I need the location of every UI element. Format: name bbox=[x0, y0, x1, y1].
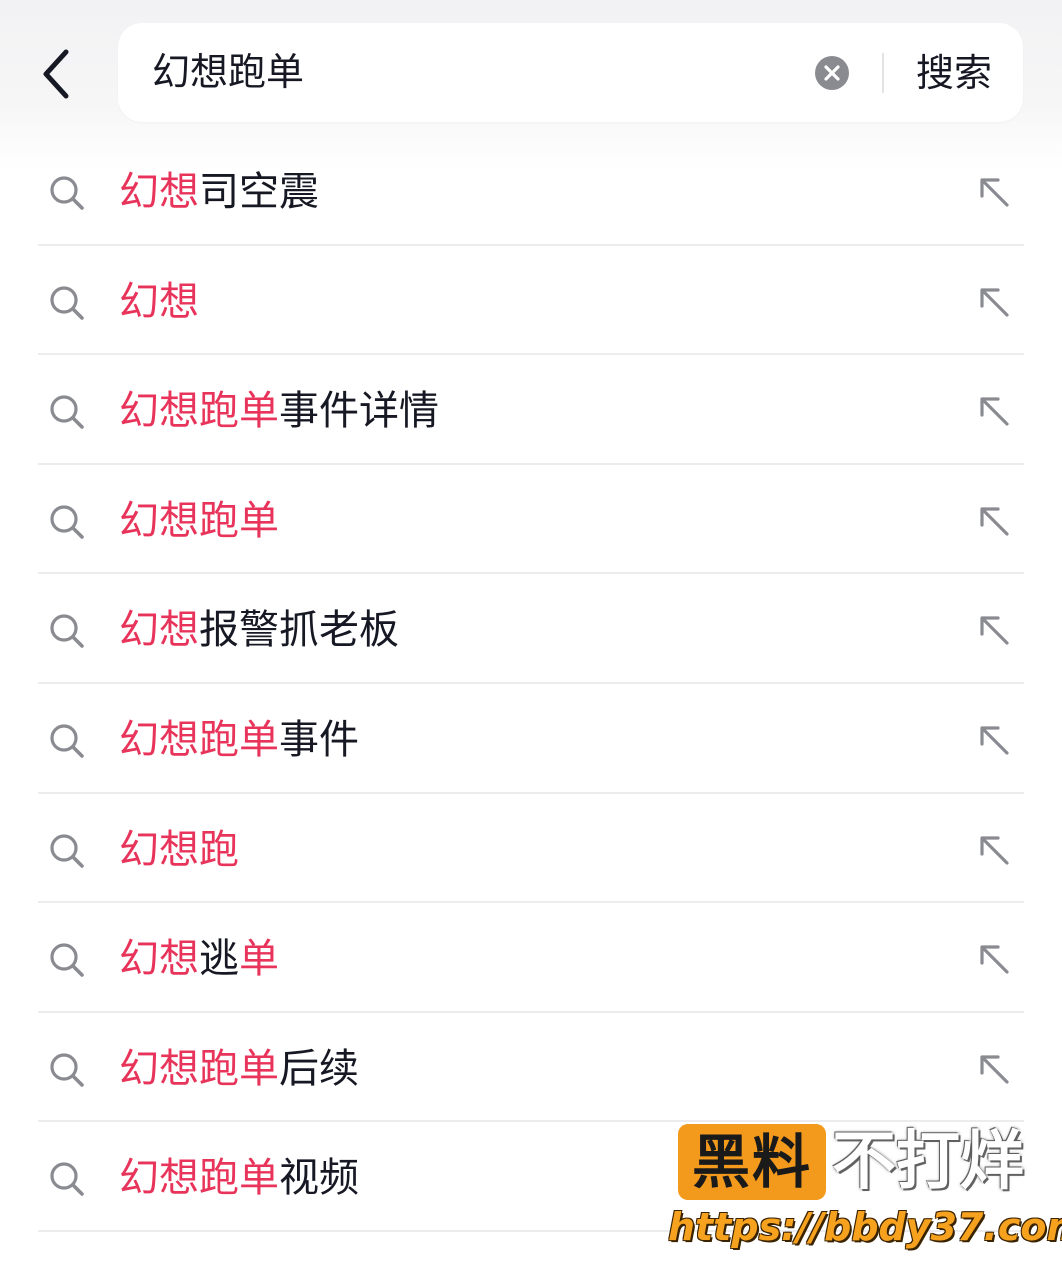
arrow-up-left-icon[interactable] bbox=[976, 503, 1012, 539]
suggestion-item[interactable]: 幻想跑 bbox=[0, 794, 1062, 904]
arrow-up-left-icon[interactable] bbox=[976, 1051, 1012, 1087]
search-icon bbox=[50, 943, 84, 977]
suggestion-text: 幻想跑单 bbox=[119, 493, 279, 549]
search-box: 搜索 bbox=[118, 23, 1023, 122]
search-icon bbox=[50, 285, 84, 320]
suggestion-text: 幻想逃单 bbox=[119, 931, 279, 987]
search-icon bbox=[50, 833, 84, 868]
suggestion-text: 幻想跑 bbox=[119, 822, 239, 878]
suggestion-rest: 后续 bbox=[279, 1045, 359, 1092]
search-icon bbox=[50, 395, 84, 429]
suggestion-rest: 逃 bbox=[199, 936, 239, 983]
clear-circle-icon bbox=[815, 56, 849, 90]
suggestion-highlight: 幻想 bbox=[119, 169, 199, 215]
search-icon bbox=[50, 614, 84, 649]
suggestion-item[interactable]: 幻想司空震 bbox=[0, 136, 1062, 246]
suggestion-text: 幻想 bbox=[119, 274, 199, 330]
suggestion-tail: 单 bbox=[239, 936, 279, 983]
arrow-up-left-icon[interactable] bbox=[976, 722, 1012, 758]
search-input[interactable] bbox=[152, 45, 792, 99]
suggestion-text: 幻想跑单事件详情 bbox=[119, 383, 439, 439]
search-icon bbox=[50, 176, 84, 210]
suggestion-text: 幻想报警抓老板 bbox=[119, 602, 399, 658]
suggestion-list: 幻想司空震 幻想 幻想跑单事件详情 幻想跑单 幻想报警抓老板 幻想跑单事件 幻想… bbox=[0, 136, 1062, 1232]
suggestion-highlight: 幻想跑 bbox=[119, 826, 239, 873]
watermark: 黑料 不打烊 https://bbdy37.com bbox=[664, 1120, 1062, 1260]
search-submit-button[interactable]: 搜索 bbox=[904, 43, 1004, 103]
suggestion-text: 幻想司空震 bbox=[119, 164, 319, 220]
suggestion-highlight: 幻想跑单 bbox=[119, 497, 279, 544]
arrow-up-left-icon[interactable] bbox=[976, 284, 1012, 320]
arrow-up-left-icon[interactable] bbox=[976, 612, 1012, 648]
suggestion-item[interactable]: 幻想逃单 bbox=[0, 903, 1062, 1013]
search-icon bbox=[50, 724, 84, 758]
arrow-up-left-icon[interactable] bbox=[976, 174, 1012, 210]
suggestion-highlight: 幻想 bbox=[119, 607, 199, 654]
suggestion-rest: 司空震 bbox=[199, 169, 319, 215]
suggestion-text: 幻想跑单后续 bbox=[119, 1041, 359, 1097]
suggestion-text: 幻想跑单视频 bbox=[119, 1150, 359, 1206]
suggestion-item[interactable]: 幻想跑单后续 bbox=[0, 1013, 1062, 1123]
suggestion-item[interactable]: 幻想跑单事件详情 bbox=[0, 355, 1062, 465]
suggestion-highlight: 幻想 bbox=[119, 936, 199, 983]
search-icon bbox=[50, 505, 84, 539]
suggestion-highlight: 幻想跑单 bbox=[119, 1045, 279, 1092]
suggestion-rest: 报警抓老板 bbox=[199, 607, 399, 654]
search-icon bbox=[50, 1053, 84, 1087]
watermark-url: https://bbdy37.com bbox=[668, 1205, 1062, 1249]
chevron-left-icon bbox=[43, 49, 69, 99]
suggestion-highlight: 幻想跑单 bbox=[119, 388, 279, 435]
suggestion-item[interactable]: 幻想跑单 bbox=[0, 465, 1062, 575]
suggestion-rest: 事件详情 bbox=[279, 388, 439, 435]
suggestion-item[interactable]: 幻想报警抓老板 bbox=[0, 574, 1062, 684]
suggestion-text: 幻想跑单事件 bbox=[119, 712, 359, 768]
watermark-text: 不打烊 bbox=[832, 1125, 1024, 1199]
suggestion-rest: 视频 bbox=[279, 1155, 359, 1202]
arrow-up-left-icon[interactable] bbox=[976, 393, 1012, 429]
suggestion-highlight: 幻想 bbox=[119, 278, 199, 325]
suggestion-item[interactable]: 幻想跑单事件 bbox=[0, 684, 1062, 794]
suggestion-highlight: 幻想跑单 bbox=[119, 1155, 279, 1202]
arrow-up-left-icon[interactable] bbox=[976, 832, 1012, 868]
watermark-badge: 黑料 bbox=[678, 1124, 826, 1200]
search-divider bbox=[882, 53, 884, 93]
suggestion-highlight: 幻想跑单 bbox=[119, 716, 279, 763]
suggestion-rest: 事件 bbox=[279, 716, 359, 763]
back-button[interactable] bbox=[24, 38, 88, 110]
clear-button[interactable] bbox=[814, 55, 850, 91]
arrow-up-left-icon[interactable] bbox=[976, 941, 1012, 977]
suggestion-item[interactable]: 幻想 bbox=[0, 246, 1062, 356]
search-icon bbox=[50, 1162, 84, 1197]
